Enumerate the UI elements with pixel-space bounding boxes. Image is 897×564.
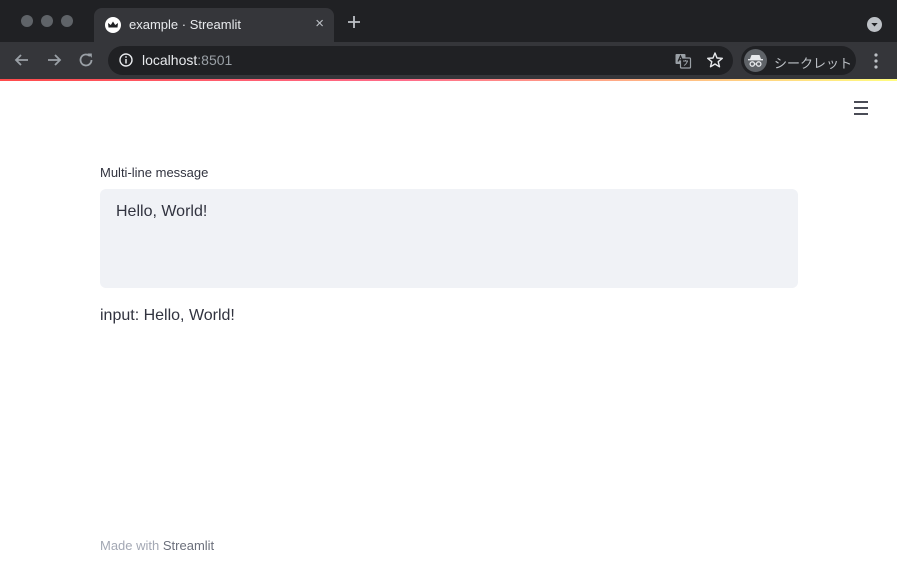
app-menu-icon[interactable] [850,98,872,118]
tab-title: example · Streamlit [129,17,241,32]
textarea-label: Multi-line message [100,165,209,180]
site-info-icon[interactable] [119,53,133,67]
tab-search-icon[interactable] [867,17,882,32]
browser-tab-active[interactable]: example · Streamlit × [94,8,334,42]
window-close-dot[interactable] [21,15,33,27]
message-textarea[interactable]: Hello, World! [100,189,798,288]
streamlit-header-decoration [0,79,897,81]
reload-icon[interactable] [76,50,96,70]
url-port: :8501 [197,52,233,68]
back-arrow-icon[interactable] [12,50,32,70]
streamlit-link[interactable]: Streamlit [163,538,214,553]
url-host: localhost [142,52,198,68]
new-tab-icon[interactable] [343,11,365,33]
streamlit-crown-icon [105,17,121,33]
incognito-icon [744,49,767,72]
footer-prefix: Made with [100,538,163,553]
window-zoom-dot[interactable] [61,15,73,27]
tab-close-icon[interactable]: × [315,15,324,33]
browser-menu-icon[interactable] [868,52,884,70]
window-minimize-dot[interactable] [41,15,53,27]
footer: Made with Streamlit [100,538,214,553]
browser-toolbar: localhost:8501 シークレット [0,42,897,79]
output-text: input: Hello, World! [100,307,235,324]
incognito-label: シークレット [774,56,853,71]
translate-icon[interactable] [674,52,692,70]
url-text[interactable]: localhost:8501 [142,52,232,68]
browser-tab-bar: example · Streamlit × [0,0,897,42]
forward-arrow-icon[interactable] [44,50,64,70]
incognito-indicator[interactable]: シークレット [741,46,856,75]
bookmark-star-icon[interactable] [706,51,724,69]
address-bar[interactable]: localhost:8501 [108,46,733,75]
